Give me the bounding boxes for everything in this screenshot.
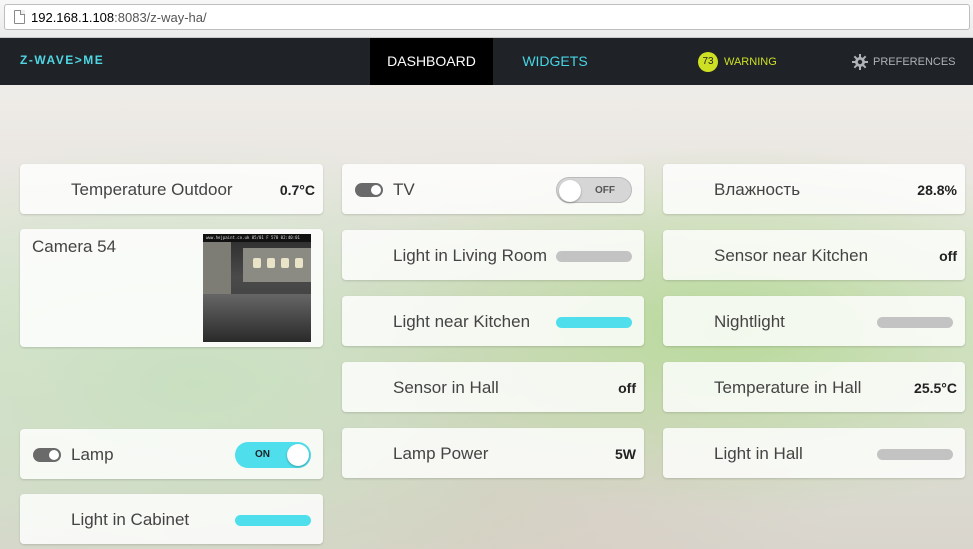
- widget-light-near-kitchen: Light near Kitchen: [342, 296, 644, 346]
- dimmer-bar[interactable]: [556, 251, 632, 262]
- camera-window-light: [281, 258, 289, 268]
- widget-value: off: [618, 380, 636, 396]
- dimmer-bar[interactable]: [877, 449, 953, 460]
- tv-switch[interactable]: OFF: [556, 177, 632, 203]
- url-text[interactable]: 192.168.1.108:8083/z-way-ha/: [31, 10, 207, 25]
- widget-label: Temperature Outdoor: [71, 180, 233, 199]
- switch-state-text: ON: [255, 449, 270, 460]
- widget-value: off: [939, 248, 957, 264]
- widget-temperature-in-hall: Temperature in Hall 25.5°C: [663, 362, 965, 412]
- widget-label: TV: [393, 180, 415, 199]
- camera-building-shape: [203, 242, 231, 302]
- widget-value: 5W: [615, 446, 636, 462]
- widget-value: 0.7°C: [279, 182, 315, 198]
- tab-widgets[interactable]: WIDGETS: [505, 38, 605, 85]
- warning-button[interactable]: 73 WARNING: [698, 52, 777, 72]
- dimmer-bar[interactable]: [877, 317, 953, 328]
- preferences-label: PREFERENCES: [873, 56, 956, 68]
- top-navigation: Z-WAVE>ME DASHBOARD WIDGETS 73 WARNING P…: [0, 38, 973, 85]
- widget-humidity: Влажность 28.8%: [663, 164, 965, 214]
- widget-label: Light in Hall: [714, 444, 803, 463]
- warning-label: WARNING: [724, 56, 777, 68]
- url-path: :8083/z-way-ha/: [114, 10, 207, 25]
- page-icon: [14, 10, 25, 24]
- widget-nightlight: Nightlight: [663, 296, 965, 346]
- widget-light-in-cabinet: Light in Cabinet: [20, 494, 323, 544]
- widget-label: Nightlight: [714, 312, 785, 331]
- widget-label: Sensor near Kitchen: [714, 246, 869, 265]
- widget-label: Light in Cabinet: [71, 510, 190, 529]
- camera-caption: www.hejpaint.co.uk 05/01 F 578 02:40:01: [203, 234, 311, 242]
- browser-address-bar: 192.168.1.108:8083/z-way-ha/: [0, 0, 973, 38]
- warning-count-badge: 73: [698, 52, 718, 72]
- camera-window-light: [295, 258, 303, 268]
- widget-label: Temperature in Hall: [714, 378, 862, 397]
- switch-knob: [287, 444, 309, 466]
- zwave-logo[interactable]: Z-WAVE>ME: [20, 53, 104, 67]
- widget-label: Lamp: [71, 445, 114, 464]
- camera-image[interactable]: www.hejpaint.co.uk 05/01 F 578 02:40:01: [203, 234, 311, 342]
- widget-label: Light in Living Room: [393, 246, 548, 265]
- widget-camera: Camera 54 www.hejpaint.co.uk 05/01 F 578…: [20, 229, 323, 347]
- widget-value: 28.8%: [917, 182, 957, 198]
- widget-lamp-power: Lamp Power 5W: [342, 428, 644, 478]
- switch-state-text: OFF: [595, 185, 615, 196]
- tab-dashboard[interactable]: DASHBOARD: [370, 38, 493, 85]
- widget-sensor-in-hall: Sensor in Hall off: [342, 362, 644, 412]
- dimmer-bar[interactable]: [556, 317, 632, 328]
- widget-lamp: Lamp ON: [20, 429, 323, 479]
- dimmer-bar[interactable]: [235, 515, 311, 526]
- widget-temperature-outdoor: Temperature Outdoor 0.7°C: [20, 164, 323, 214]
- camera-window-light: [267, 258, 275, 268]
- url-host: 192.168.1.108: [31, 10, 115, 25]
- camera-window-light: [253, 258, 261, 268]
- widget-light-in-hall: Light in Hall: [663, 428, 965, 478]
- gear-icon: [852, 54, 868, 70]
- toggle-icon[interactable]: [355, 183, 383, 197]
- camera-road-shape: [203, 294, 311, 342]
- preferences-button[interactable]: PREFERENCES: [852, 52, 956, 72]
- widget-light-in-living-room: Light in Living Room: [342, 230, 644, 280]
- widget-label: Lamp Power: [393, 444, 489, 463]
- lamp-switch[interactable]: ON: [235, 442, 311, 468]
- widget-label: Sensor in Hall: [393, 378, 499, 397]
- widget-label: Влажность: [714, 180, 801, 199]
- widget-sensor-near-kitchen: Sensor near Kitchen off: [663, 230, 965, 280]
- toggle-icon[interactable]: [33, 448, 61, 462]
- url-field[interactable]: 192.168.1.108:8083/z-way-ha/: [4, 4, 970, 30]
- widget-tv: TV OFF: [342, 164, 644, 214]
- switch-knob: [559, 180, 581, 202]
- widget-value: 25.5°C: [914, 380, 957, 396]
- camera-title: Camera 54: [32, 237, 117, 256]
- widget-label: Light near Kitchen: [393, 312, 531, 331]
